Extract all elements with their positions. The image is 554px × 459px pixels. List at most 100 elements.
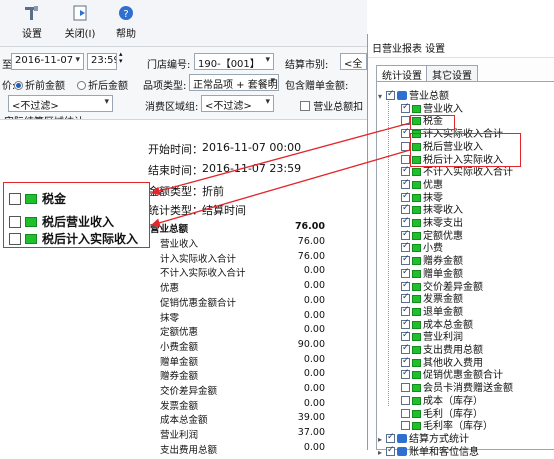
tab-other[interactable]: 其它设置 bbox=[426, 65, 478, 82]
row-name: 赠券金额 bbox=[160, 371, 199, 383]
tree-item[interactable]: 抹零收入 bbox=[401, 203, 463, 217]
tree-checkbox[interactable] bbox=[401, 383, 410, 393]
tree-checkbox[interactable] bbox=[401, 216, 410, 227]
tree-item[interactable]: 营业收入 bbox=[401, 102, 463, 116]
report-header-name: 营业总额 bbox=[150, 224, 189, 235]
tree-checkbox[interactable] bbox=[401, 395, 410, 405]
tree-checkbox[interactable] bbox=[401, 318, 410, 329]
amount-after-label: 折后金额 bbox=[88, 81, 128, 92]
tree-item-label: 不计入实际收入合计 bbox=[423, 167, 513, 179]
tree-item[interactable]: 赠券金额 bbox=[401, 254, 463, 268]
tree-checkbox[interactable] bbox=[401, 368, 410, 380]
time-spinner[interactable]: ▴ ▾ bbox=[119, 51, 123, 65]
tree-item[interactable]: 发票金额 bbox=[401, 292, 463, 306]
start-time-value: 2016-11-07 00:00 bbox=[202, 141, 302, 154]
toolbar: 设置 关闭(Ⅰ) ? 帮助 bbox=[0, 0, 367, 47]
amount-after-radio[interactable]: 折后金额 bbox=[77, 77, 128, 92]
collapse-icon[interactable]: ▾ bbox=[378, 91, 386, 102]
table-row: 计入实际收入合计 76.00 bbox=[160, 251, 360, 265]
tree-checkbox[interactable] bbox=[401, 292, 410, 304]
tree-checkbox[interactable] bbox=[401, 408, 410, 418]
row-name: 促销优惠金额合计 bbox=[160, 297, 237, 309]
expand-icon[interactable]: ▸ bbox=[378, 434, 386, 445]
settings-icon bbox=[25, 6, 38, 20]
amount-type-report-label: 金额类型： bbox=[148, 185, 203, 198]
row-value: 0.00 bbox=[303, 368, 325, 380]
tree-checkbox[interactable] bbox=[386, 445, 395, 456]
tree-item[interactable]: 支出费用总额 bbox=[401, 343, 483, 357]
tree-item[interactable]: 定额优惠 bbox=[401, 229, 463, 243]
tree-checkbox[interactable] bbox=[401, 127, 410, 139]
item-icon bbox=[412, 333, 421, 342]
checkbox bbox=[9, 216, 21, 228]
tree-checkbox[interactable] bbox=[401, 241, 410, 253]
tree-checkbox[interactable] bbox=[401, 102, 410, 113]
folder-icon bbox=[397, 433, 407, 443]
filter-select[interactable]: <不过滤> bbox=[8, 95, 113, 112]
tab-statistics[interactable]: 统计设置 bbox=[376, 65, 428, 82]
tree-checkbox[interactable] bbox=[401, 229, 410, 240]
tree-item[interactable]: 交价差异金额 bbox=[401, 280, 483, 294]
tree-checkbox[interactable] bbox=[401, 116, 410, 126]
amount-before-label: 折前金额 bbox=[25, 81, 65, 92]
tree-item[interactable]: 退单金额 bbox=[401, 305, 463, 319]
area-group-label: 消费区域组: bbox=[145, 102, 199, 113]
tree-checkbox[interactable] bbox=[401, 343, 410, 354]
tree-checkbox[interactable] bbox=[401, 254, 410, 266]
item-icon bbox=[412, 257, 421, 266]
tree-item[interactable]: 成本总金额 bbox=[401, 318, 473, 332]
settings-button-label: 设置 bbox=[22, 29, 42, 40]
tree-item[interactable]: 毛利（库存） bbox=[401, 408, 483, 421]
settings-window: 日营业报表 设置 统计设置 其它设置 ▾营业总额营业收入税金计入实际收入合计税后… bbox=[367, 34, 554, 458]
settings-button[interactable]: 设置 bbox=[12, 2, 52, 40]
tree-item[interactable]: 成本（库存） bbox=[401, 395, 483, 408]
tree-item[interactable]: ▾ 营业总额 bbox=[378, 89, 449, 103]
tree-checkbox[interactable] bbox=[401, 421, 410, 431]
tree-checkbox[interactable] bbox=[401, 305, 410, 316]
help-icon: ? bbox=[119, 6, 133, 20]
close-button[interactable]: 关闭(Ⅰ) bbox=[60, 2, 100, 40]
tree-item-label: 抹零 bbox=[423, 192, 443, 204]
tree-item[interactable]: 促销优惠金额合计 bbox=[401, 368, 503, 382]
area-group-select[interactable]: <不过滤> bbox=[201, 95, 274, 112]
tree-item-label: 交价差异金额 bbox=[423, 281, 483, 293]
amount-before-radio[interactable]: 折前金额 bbox=[14, 77, 65, 92]
tree-checkbox[interactable] bbox=[401, 165, 410, 177]
tree-item[interactable]: 会员卡消费赠送金额 bbox=[401, 383, 513, 395]
tree-item[interactable]: 抹零支出 bbox=[401, 216, 463, 230]
tree-checkbox[interactable] bbox=[401, 141, 410, 151]
category-select[interactable]: 正常品项 + 套餐明 bbox=[189, 74, 279, 91]
tree-checkbox[interactable] bbox=[386, 89, 395, 100]
expand-icon[interactable]: ▸ bbox=[378, 447, 386, 458]
tree-checkbox[interactable] bbox=[401, 330, 410, 342]
tree-checkbox[interactable] bbox=[401, 267, 410, 278]
tree-item[interactable]: 赠单金额 bbox=[401, 267, 463, 281]
tree-checkbox[interactable] bbox=[401, 356, 410, 367]
store-select[interactable]: 190-【001】 bbox=[194, 53, 274, 70]
tree-item[interactable]: ▸ 账单和客位信息 bbox=[378, 445, 479, 459]
market-select[interactable]: <全 bbox=[340, 53, 367, 70]
tree-checkbox[interactable] bbox=[386, 432, 395, 443]
tree-checkbox[interactable] bbox=[401, 203, 410, 215]
table-row: 小费金额 90.00 bbox=[160, 339, 360, 353]
callout-box: 税金 税后营业收入 税后计入实际收入 bbox=[3, 182, 150, 248]
item-icon bbox=[412, 307, 421, 316]
tree-item[interactable]: 毛利率（库存） bbox=[401, 421, 493, 433]
radio-dot bbox=[77, 81, 86, 90]
tree-checkbox[interactable] bbox=[401, 191, 410, 202]
tree-item[interactable]: 营业利润 bbox=[401, 330, 463, 344]
total-deduct-checkbox[interactable]: 营业总额扣 bbox=[300, 98, 363, 113]
tree-item-label: 会员卡消费赠送金额 bbox=[423, 383, 513, 395]
item-icon bbox=[412, 320, 421, 329]
tree-item[interactable]: 其他收入费用 bbox=[401, 356, 483, 370]
row-name: 优惠 bbox=[160, 283, 180, 295]
item-icon bbox=[412, 346, 421, 354]
item-icon bbox=[412, 358, 421, 367]
tree-item[interactable]: 不计入实际收入合计 bbox=[401, 165, 513, 179]
tree-checkbox[interactable] bbox=[401, 280, 410, 291]
tree-checkbox[interactable] bbox=[401, 178, 410, 189]
end-time-input[interactable]: 23:59 bbox=[87, 53, 117, 70]
tree-checkbox[interactable] bbox=[401, 154, 410, 164]
help-button[interactable]: ? 帮助 bbox=[106, 2, 146, 40]
end-date-picker[interactable]: 2016-11-07 bbox=[11, 53, 84, 70]
